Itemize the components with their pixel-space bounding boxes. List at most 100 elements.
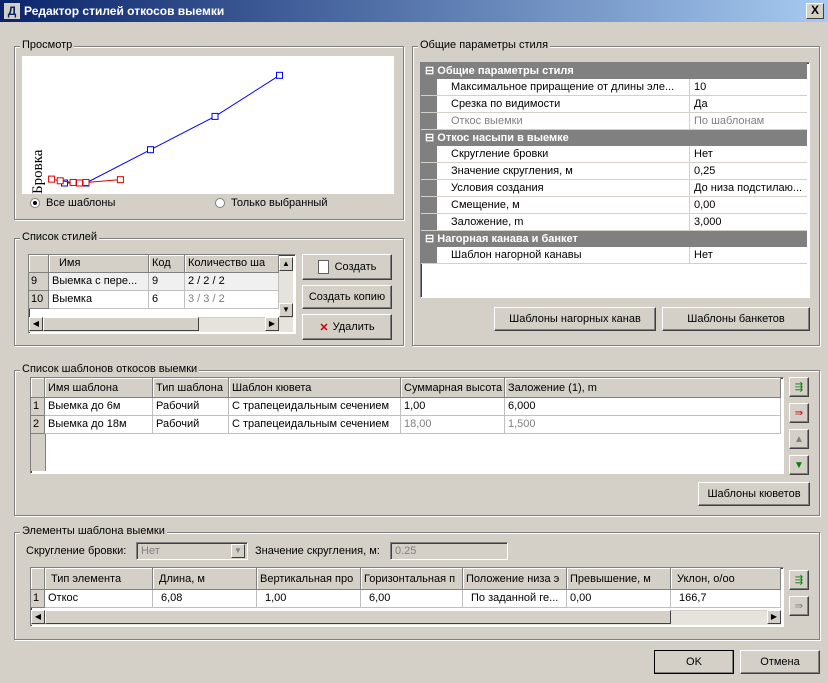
ditch-templates-button[interactable]: Шаблоны кюветов [698,482,810,506]
prop-value: 0,00 [689,197,715,213]
elements-col-horizontal[interactable]: Горизонтальная п [361,568,463,590]
create-copy-label: Создать копию [308,291,386,303]
styles-row-header[interactable]: 10 [29,291,49,309]
elements-col-vertical[interactable]: Вертикальная про [257,568,361,590]
template-cell-slope[interactable]: 6,000 [505,398,781,416]
element-cell-bottom[interactable]: По заданной ге... [463,590,567,608]
red-line-marker [48,175,56,183]
element-cell-type[interactable]: Откос [45,590,153,608]
rounding-dropdown[interactable]: Нет ▼ [136,542,248,560]
template-cell-name[interactable]: Выемка до 18м [45,416,153,434]
radio-all-templates[interactable] [30,198,40,208]
element-cell-excess[interactable]: 0,00 [567,590,671,608]
prop-value: 3,000 [689,214,722,230]
bench-templates-button[interactable]: Шаблоны банкетов [662,307,810,331]
template-cell-ditch[interactable]: С трапецеидальным сечением [229,398,401,416]
prop-row-laying[interactable]: Заложение, m 3,000 [421,214,807,231]
element-cell-slope[interactable]: 166,7 [671,590,781,608]
round-value-input[interactable]: 0.25 [390,542,508,560]
params-group-label: Общие параметры стиля [418,39,551,51]
prop-row-cut-slope[interactable]: Откос выемки По шаблонам [421,113,807,130]
styles-cell-name[interactable]: Выемка [49,291,149,309]
section-header-upland-ditch[interactable]: ⊟ Нагорная канава и банкет [421,231,807,247]
templates-group-label: Список шаблонов откосов выемки [20,363,200,375]
styles-cell-code[interactable]: 6 [149,291,185,309]
templates-row-header[interactable]: 1 [31,398,45,416]
radio-selected-template[interactable] [215,198,225,208]
preview-group-label: Просмотр [20,39,75,51]
prop-row-creation-conditions[interactable]: Условия создания До низа подстилаю... [421,180,807,197]
scroll-up-arrow[interactable]: ▲ [279,257,293,271]
upland-ditch-templates-button[interactable]: Шаблоны нагорных канав [494,307,656,331]
close-button[interactable]: X [806,3,824,19]
elements-col-bottom[interactable]: Положение низа э [463,568,567,590]
window-title: Редактор стилей откосов выемки [24,4,225,18]
template-cell-type[interactable]: Рабочий [153,416,229,434]
elements-col-slope[interactable]: Уклон, о/оо [671,568,781,590]
move-down-icon[interactable]: ▼ [789,455,809,475]
elements-col-length[interactable]: Длина, м [153,568,257,590]
templates-col-name[interactable]: Имя шаблона [45,378,153,398]
prop-row-ditch-template[interactable]: Шаблон нагорной канавы Нет [421,247,807,264]
styles-cell-name[interactable]: Выемка с пере... [49,273,149,291]
prop-row-edge-rounding[interactable]: Скругление бровки Нет [421,146,807,163]
templates-col-slope[interactable]: Заложение (1), m [505,378,781,398]
create-copy-button[interactable]: Создать копию [302,285,392,309]
element-cell-length[interactable]: 6,08 [153,590,257,608]
elements-row-header[interactable]: 1 [31,590,45,608]
element-cell-vertical[interactable]: 1,00 [257,590,361,608]
templates-table: Имя шаблона Тип шаблона Шаблон кювета Су… [30,377,784,474]
scroll-left-arrow[interactable]: ◀ [29,317,43,331]
remove-element-icon[interactable]: ⇛ [789,596,809,616]
scroll-right-arrow[interactable]: ▶ [265,317,279,331]
scroll-thumb[interactable] [45,610,671,624]
elements-col-excess[interactable]: Превышение, м [567,568,671,590]
styles-col-count[interactable]: Количество ша [185,255,279,273]
template-cell-height[interactable]: 18,00 [401,416,505,434]
app-icon: Д [4,3,20,19]
template-cell-ditch[interactable]: С трапецеидальным сечением [229,416,401,434]
styles-cell-code[interactable]: 9 [149,273,185,291]
styles-row-header[interactable]: 9 [29,273,49,291]
cancel-button[interactable]: Отмена [740,650,820,674]
insert-template-icon[interactable]: ⇶ [789,377,809,397]
red-line-marker [76,179,84,187]
section-header-general[interactable]: ⊟ Общие параметры стиля [421,63,807,79]
elements-col-type[interactable]: Тип элемента [45,568,153,590]
create-button[interactable]: Создать [302,254,392,280]
delete-button[interactable]: ✕ Удалить [302,314,392,340]
prop-row-rounding-value[interactable]: Значение скругления, м 0,25 [421,163,807,180]
scroll-down-arrow[interactable]: ▼ [279,303,293,317]
styles-table: Имя Код Количество ша ▲ 9 Выемка с пере.… [28,254,296,334]
templates-col-ditch[interactable]: Шаблон кювета [229,378,401,398]
prop-row-offset[interactable]: Смещение, м 0,00 [421,197,807,214]
template-cell-type[interactable]: Рабочий [153,398,229,416]
prop-row-visibility-cut[interactable]: Срезка по видимости Да [421,96,807,113]
styles-cell-count[interactable]: 2 / 2 / 2 [185,273,279,291]
templates-corner [31,378,45,398]
remove-template-icon[interactable]: ⇛ [789,403,809,423]
template-cell-name[interactable]: Выемка до 6м [45,398,153,416]
scroll-right-arrow[interactable]: ▶ [767,610,781,624]
insert-element-icon[interactable]: ⇶ [789,570,809,590]
scroll-left-arrow[interactable]: ◀ [31,610,45,624]
styles-col-code[interactable]: Код [149,255,185,273]
element-cell-horizontal[interactable]: 6,00 [361,590,463,608]
prop-row-max-increment[interactable]: Максимальное приращение от длины эле... … [421,79,807,96]
blue-line-marker [147,146,154,154]
templates-row-header[interactable]: 2 [31,416,45,434]
section-header-fill-slope[interactable]: ⊟ Откос насыпи в выемке [421,130,807,146]
ok-button[interactable]: OK [654,650,734,674]
styles-cell-count[interactable]: 3 / 3 / 2 [185,291,279,309]
scroll-thumb[interactable] [43,317,199,331]
template-cell-height[interactable]: 1,00 [401,398,505,416]
prop-value: 0,25 [689,163,715,179]
styles-col-name[interactable]: Имя [49,255,149,273]
templates-col-height[interactable]: Суммарная высота [401,378,505,398]
prop-name: Скругление бровки [451,148,549,160]
templates-col-type[interactable]: Тип шаблона [153,378,229,398]
move-up-icon[interactable]: ▲ [789,429,809,449]
prop-name: Значение скругления, м [451,165,573,177]
template-cell-slope[interactable]: 1,500 [505,416,781,434]
chevron-down-icon[interactable]: ▼ [231,544,245,558]
